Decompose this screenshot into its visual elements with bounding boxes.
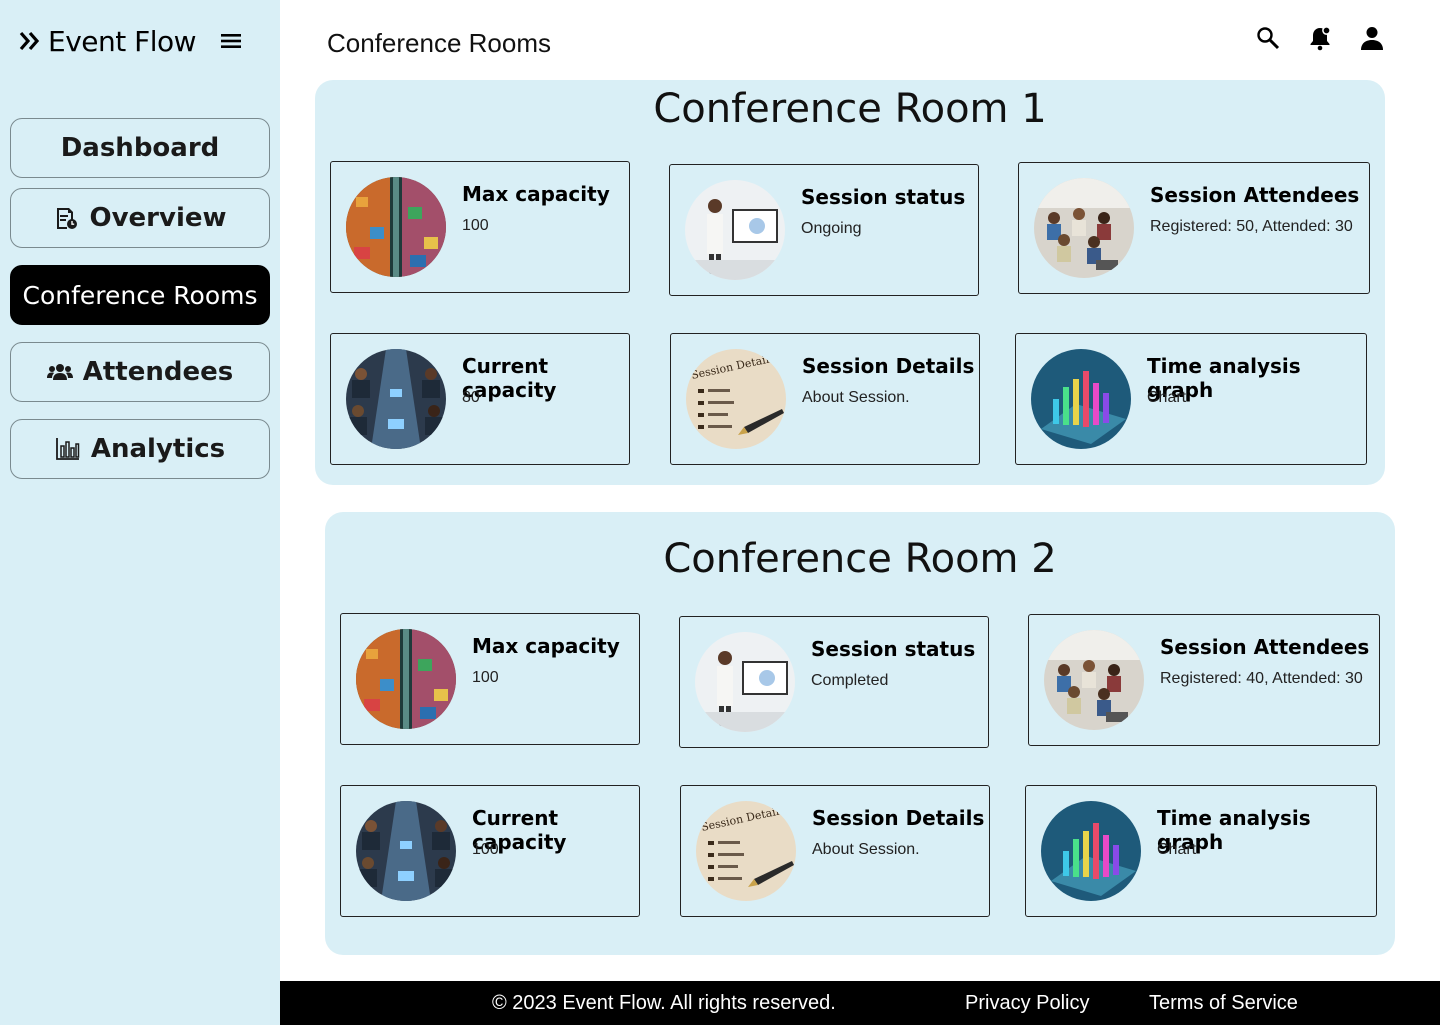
3d-chart-image xyxy=(1041,801,1141,901)
session-attendees-card[interactable]: Session Attendees Registered: 50, Attend… xyxy=(1018,162,1370,294)
users-icon xyxy=(46,364,73,380)
current-capacity-card[interactable]: Current capacity 80 xyxy=(330,333,630,465)
session-status-card[interactable]: Session status Completed xyxy=(679,616,989,748)
card-value: 100 xyxy=(462,217,489,234)
card-value: Registered: 50, Attended: 30 xyxy=(1150,218,1353,235)
session-details-card[interactable]: Session Details Session Details About Se… xyxy=(680,785,990,917)
card-value: Chart xyxy=(1147,389,1187,406)
conference-room-panel: Conference Room 1 Max capacity 100 Sessi… xyxy=(315,80,1385,485)
max-capacity-card[interactable]: Max capacity 100 xyxy=(330,161,630,293)
card-title: Session Details xyxy=(812,806,985,830)
privacy-policy-link[interactable]: Privacy Policy xyxy=(965,992,1089,1015)
sidebar-item-label: Overview xyxy=(89,203,227,233)
session-attendees-card[interactable]: Session Attendees Registered: 40, Attend… xyxy=(1028,614,1380,746)
time-analysis-graph-card[interactable]: Time analysis graph Chart xyxy=(1015,333,1367,465)
hamburger-icon[interactable] xyxy=(220,30,242,52)
sidebar-item-dashboard[interactable]: Dashboard xyxy=(10,118,270,178)
card-title: Session status xyxy=(811,637,976,661)
copyright-text: © 2023 Event Flow. All rights reserved. xyxy=(492,992,836,1014)
time-analysis-graph-card[interactable]: Time analysis graph Chart xyxy=(1025,785,1377,917)
page-title: Conference Rooms xyxy=(327,28,551,58)
room-title: Conference Room 1 xyxy=(653,86,1047,132)
sidebar: Event Flow Dashboard Overview Conference… xyxy=(0,0,280,1025)
card-title: Session Attendees xyxy=(1160,635,1370,659)
card-value: 100 xyxy=(472,841,499,858)
audience-image xyxy=(1034,178,1134,278)
sidebar-item-label: Attendees xyxy=(82,357,234,387)
card-value: Registered: 40, Attended: 30 xyxy=(1160,670,1363,687)
sidebar-item-attendees[interactable]: Attendees xyxy=(10,342,270,402)
sidebar-item-overview[interactable]: Overview xyxy=(10,188,270,248)
card-title: Max capacity xyxy=(462,182,610,206)
conveyor-image xyxy=(346,177,446,277)
current-capacity-card[interactable]: Current capacity 100 xyxy=(340,785,640,917)
document-clock-icon xyxy=(57,208,78,229)
card-value: Ongoing xyxy=(801,220,862,237)
card-title: Session Attendees xyxy=(1150,183,1360,207)
conveyor-image xyxy=(356,629,456,729)
double-chevron-right-icon xyxy=(19,31,40,51)
session-details-card[interactable]: Session Details Session Details About Se… xyxy=(670,333,980,465)
sidebar-item-label: Analytics xyxy=(90,434,226,464)
presenter-image xyxy=(685,180,785,280)
card-value: About Session. xyxy=(802,389,910,406)
brand[interactable]: Event Flow xyxy=(18,24,197,58)
card-value: 100 xyxy=(472,669,499,686)
bar-chart-icon xyxy=(55,438,80,460)
room-title: Conference Room 2 xyxy=(663,536,1057,582)
card-title: Session Details xyxy=(802,354,975,378)
session-details-document-image: Session Details xyxy=(686,349,786,449)
max-capacity-card[interactable]: Max capacity 100 xyxy=(340,613,640,745)
audience-image xyxy=(1044,630,1144,730)
card-title: Max capacity xyxy=(472,634,620,658)
sidebar-item-label: Conference Rooms xyxy=(22,280,258,310)
sidebar-nav: Dashboard Overview Conference Rooms Atte… xyxy=(10,118,270,489)
card-value: Completed xyxy=(811,672,889,689)
user-icon[interactable] xyxy=(1358,24,1386,52)
conference-room-panel: Conference Room 2 Max capacity 100 Sessi… xyxy=(325,512,1395,955)
session-status-card[interactable]: Session status Ongoing xyxy=(669,164,979,296)
header-actions xyxy=(1254,24,1386,52)
card-value: Chart xyxy=(1157,841,1197,858)
brand-name: Event Flow xyxy=(48,24,197,58)
footer: © 2023 Event Flow. All rights reserved. … xyxy=(280,981,1440,1025)
card-value: 80 xyxy=(462,389,480,406)
meeting-table-image xyxy=(356,801,456,901)
search-icon[interactable] xyxy=(1254,24,1282,52)
sidebar-item-conference-rooms[interactable]: Conference Rooms xyxy=(10,265,270,325)
bell-icon[interactable] xyxy=(1306,24,1334,52)
sidebar-item-analytics[interactable]: Analytics xyxy=(10,419,270,479)
presenter-image xyxy=(695,632,795,732)
card-value: About Session. xyxy=(812,841,920,858)
card-title: Session status xyxy=(801,185,966,209)
card-title: Current capacity xyxy=(462,354,557,402)
sidebar-item-label: Dashboard xyxy=(60,133,220,163)
meeting-table-image xyxy=(346,349,446,449)
3d-chart-image xyxy=(1031,349,1131,449)
session-details-document-image: Session Details xyxy=(696,801,796,901)
terms-of-service-link[interactable]: Terms of Service xyxy=(1149,992,1298,1015)
